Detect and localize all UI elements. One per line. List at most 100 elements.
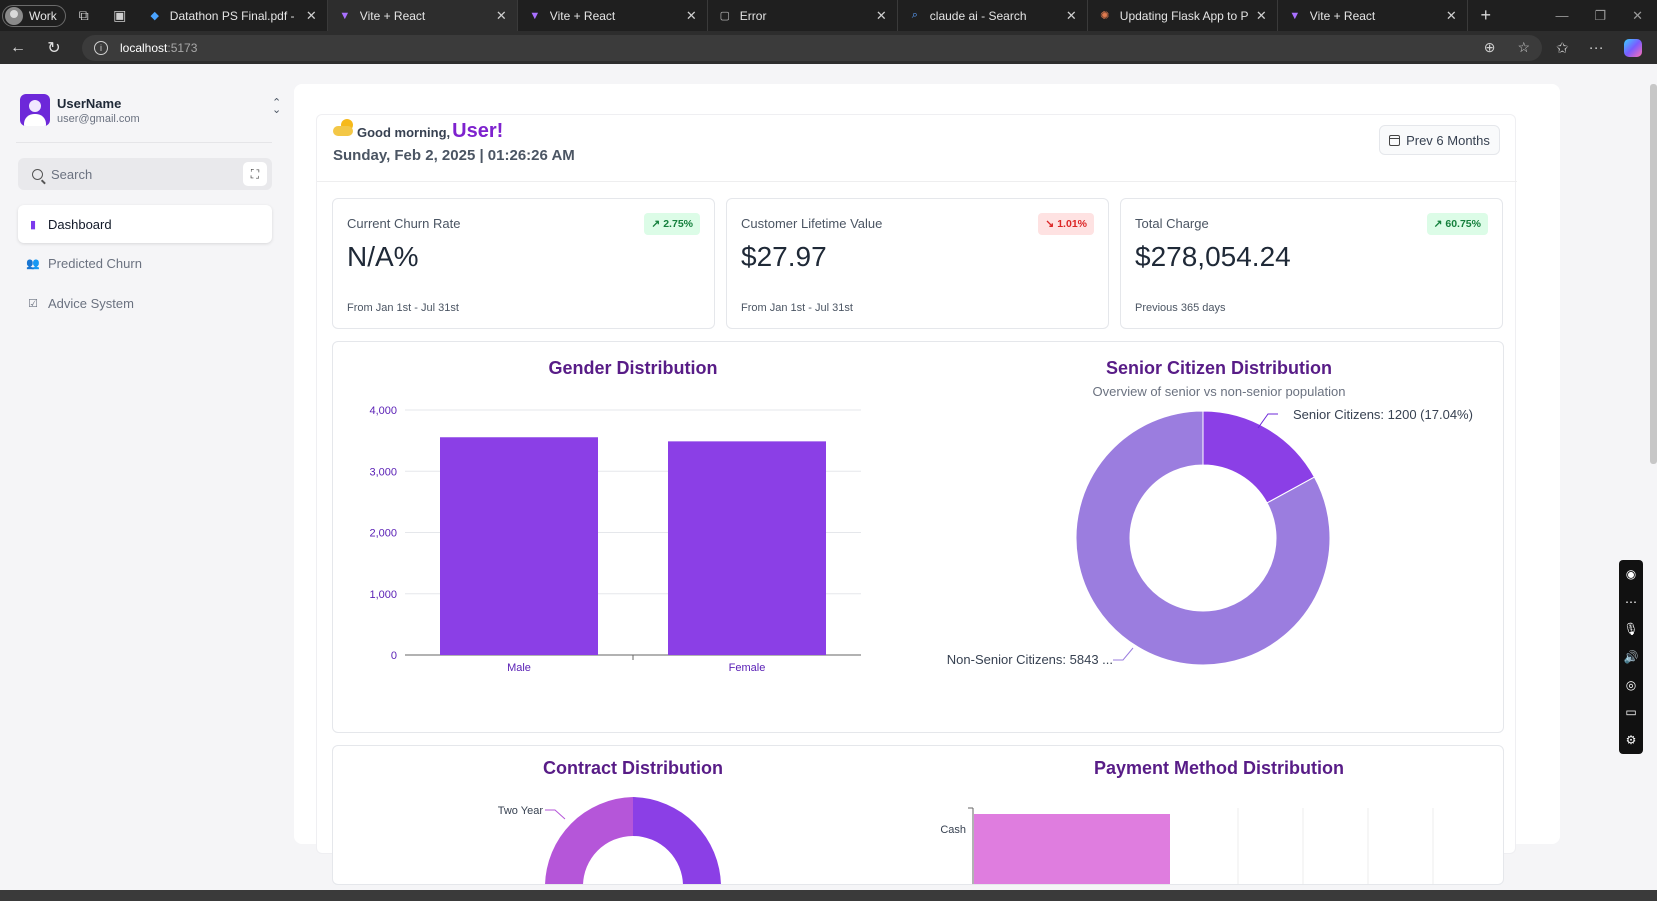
microphone-icon[interactable]: 🎙 — [1623, 622, 1638, 636]
tab-favicon-icon: ▼ — [1289, 9, 1301, 22]
expand-icon[interactable]: ⛶ — [243, 162, 267, 186]
check-square-icon: ☑ — [28, 297, 38, 310]
url-port: :5173 — [167, 40, 198, 55]
browser-tab[interactable]: ▼ Vite + React ✕ — [1278, 0, 1468, 31]
tab-favicon-icon: ▼ — [529, 9, 541, 22]
search-input[interactable]: Search ⛶ — [18, 158, 272, 190]
close-tab-icon[interactable]: ✕ — [686, 8, 697, 24]
date-range-label: Prev 6 Months — [1406, 132, 1490, 148]
sidebar-item-dashboard[interactable]: ▮ Dashboard — [18, 205, 272, 243]
browser-tab[interactable]: ▼ Vite + React ✕ — [327, 0, 518, 31]
workspaces-icon[interactable]: ⧉ — [66, 7, 102, 24]
user-card[interactable]: UserName user@gmail.com ⌃ ⌄ — [20, 92, 281, 128]
metric-value: $278,054.24 — [1135, 241, 1291, 272]
y-tick-label: Cash — [940, 824, 966, 836]
minimize-icon[interactable]: — — [1555, 8, 1568, 24]
metric-card-total-charge: Total Charge ↗ 60.75% $278,054.24 Previou… — [1120, 198, 1503, 329]
users-icon: 👥 — [26, 257, 40, 270]
profile-button[interactable]: Work — [2, 4, 66, 27]
tab-title: Updating Flask App to Proces — [1119, 8, 1248, 23]
target-icon[interactable]: ◎ — [1626, 678, 1636, 692]
url-host: localhost — [120, 40, 168, 55]
reload-icon[interactable]: ↻ — [36, 38, 72, 58]
senior-chart: Senior Citizens: 1200 (17.04%) Non-Senior… — [947, 407, 1473, 667]
copilot-icon[interactable] — [1623, 38, 1642, 57]
slice-two-year — [545, 797, 633, 884]
tab-title: Error — [739, 8, 767, 23]
settings-gear-icon[interactable]: ⚙ — [1626, 733, 1637, 747]
sidebar-item-advice-system[interactable]: ☑ Advice System — [18, 284, 272, 322]
label-two-year: Two Year — [498, 805, 544, 817]
new-tab-button[interactable]: + — [1468, 5, 1504, 26]
y-tick-label: 0 — [391, 650, 397, 662]
metric-value: N/A% — [347, 241, 419, 272]
metric-footnote: From Jan 1st - Jul 31st — [347, 302, 459, 314]
greeting-name: User! — [452, 120, 504, 142]
site-info-icon[interactable]: i — [94, 40, 108, 55]
sidebar-item-predicted-churn[interactable]: 👥 Predicted Churn — [18, 244, 272, 282]
restore-icon[interactable]: ❐ — [1594, 8, 1606, 24]
zoom-icon[interactable]: ⊕ — [1484, 39, 1496, 56]
search-placeholder: Search — [51, 166, 93, 182]
tab-favicon-icon: ◆ — [150, 10, 160, 22]
trend-value: 1.01% — [1057, 218, 1087, 230]
page-scrollbar[interactable] — [1650, 84, 1657, 464]
trend-badge: ↗ 2.75% — [644, 213, 700, 235]
browser-tab[interactable]: ✺ Updating Flask App to Proces ✕ — [1088, 0, 1278, 31]
x-tick-label: Male — [507, 662, 531, 674]
back-icon[interactable]: ← — [0, 39, 36, 57]
more-menu-icon[interactable]: ··· — [1589, 39, 1604, 56]
taskbar-strip — [0, 890, 1657, 901]
favorites-icon[interactable]: ✩ — [1556, 39, 1569, 57]
dashboard: Good morning, User! Sunday, Feb 2, 2025 … — [316, 114, 1517, 885]
tab-favicon-icon: ▼ — [339, 9, 351, 22]
sidebar-item-label: Predicted Churn — [48, 255, 142, 271]
browser-tab[interactable]: ⌕ claude ai - Search ✕ — [898, 0, 1088, 31]
trend-up-icon: ↗ — [651, 218, 661, 230]
sidebar-item-label: Dashboard — [48, 216, 112, 232]
trend-badge: ↘ 1.01% — [1038, 213, 1094, 235]
profile-label: Work — [29, 8, 57, 23]
close-tab-icon[interactable]: ✕ — [1256, 8, 1267, 24]
chart-card-demographics: Gender Distribution 4,000 3,000 2,000 1,000… — [332, 341, 1504, 733]
bar-male — [440, 437, 598, 655]
window-controls: — ❐ ✕ — [1555, 8, 1657, 24]
tab-actions-icon[interactable]: ▣ — [102, 7, 138, 24]
metric-label: Total Charge — [1135, 216, 1209, 231]
close-tab-icon[interactable]: ✕ — [306, 8, 317, 24]
search-icon — [32, 168, 43, 180]
address-bar[interactable]: i localhost:5173 ⊕ ☆ — [82, 34, 1542, 61]
metric-footnote: Previous 365 days — [1135, 302, 1226, 314]
close-tab-icon[interactable]: ✕ — [1446, 8, 1457, 24]
close-window-icon[interactable]: ✕ — [1632, 8, 1643, 24]
trend-value: 60.75% — [1445, 218, 1481, 230]
favorite-star-icon[interactable]: ☆ — [1517, 39, 1530, 56]
browser-tab[interactable]: ▢ Error ✕ — [708, 0, 898, 31]
speaker-icon[interactable]: 🔊 — [1624, 650, 1639, 664]
x-tick-label: Female — [729, 662, 766, 674]
tab-title: Vite + React — [1309, 8, 1376, 23]
metric-label: Customer Lifetime Value — [741, 216, 883, 231]
more-icon[interactable]: ⋯ — [1625, 595, 1637, 609]
trend-down-icon: ↘ — [1045, 218, 1055, 230]
close-tab-icon[interactable]: ✕ — [1066, 8, 1077, 24]
sidebar: UserName user@gmail.com ⌃ ⌄ Search ⛶ ▮ Da… — [0, 64, 291, 890]
slice-other — [633, 797, 721, 884]
avatar — [20, 94, 50, 126]
metric-footnote: From Jan 1st - Jul 31st — [741, 302, 853, 314]
window-icon[interactable]: ▭ — [1625, 705, 1636, 719]
leader-non-senior — [1113, 647, 1134, 661]
close-tab-icon[interactable]: ✕ — [876, 8, 887, 24]
browser-tab[interactable]: ◆ Datathon PS Final.pdf - Googl ✕ — [138, 0, 328, 31]
date-range-button[interactable]: Prev 6 Months — [1379, 125, 1500, 155]
greeting-text: Good morning, — [357, 125, 451, 140]
contract-chart: Two Year — [498, 797, 721, 884]
camera-icon[interactable]: ◉ — [1626, 567, 1636, 581]
chevron-up-down-icon[interactable]: ⌃ ⌄ — [272, 98, 281, 116]
tab-favicon-icon: ⌕ — [911, 9, 918, 21]
main-panel: Good morning, User! Sunday, Feb 2, 2025 … — [294, 84, 1560, 885]
close-tab-icon[interactable]: ✕ — [496, 8, 507, 24]
trend-value: 2.75% — [663, 218, 693, 230]
y-tick-label: 3,000 — [369, 466, 397, 478]
browser-tab[interactable]: ▼ Vite + React ✕ — [518, 0, 708, 31]
